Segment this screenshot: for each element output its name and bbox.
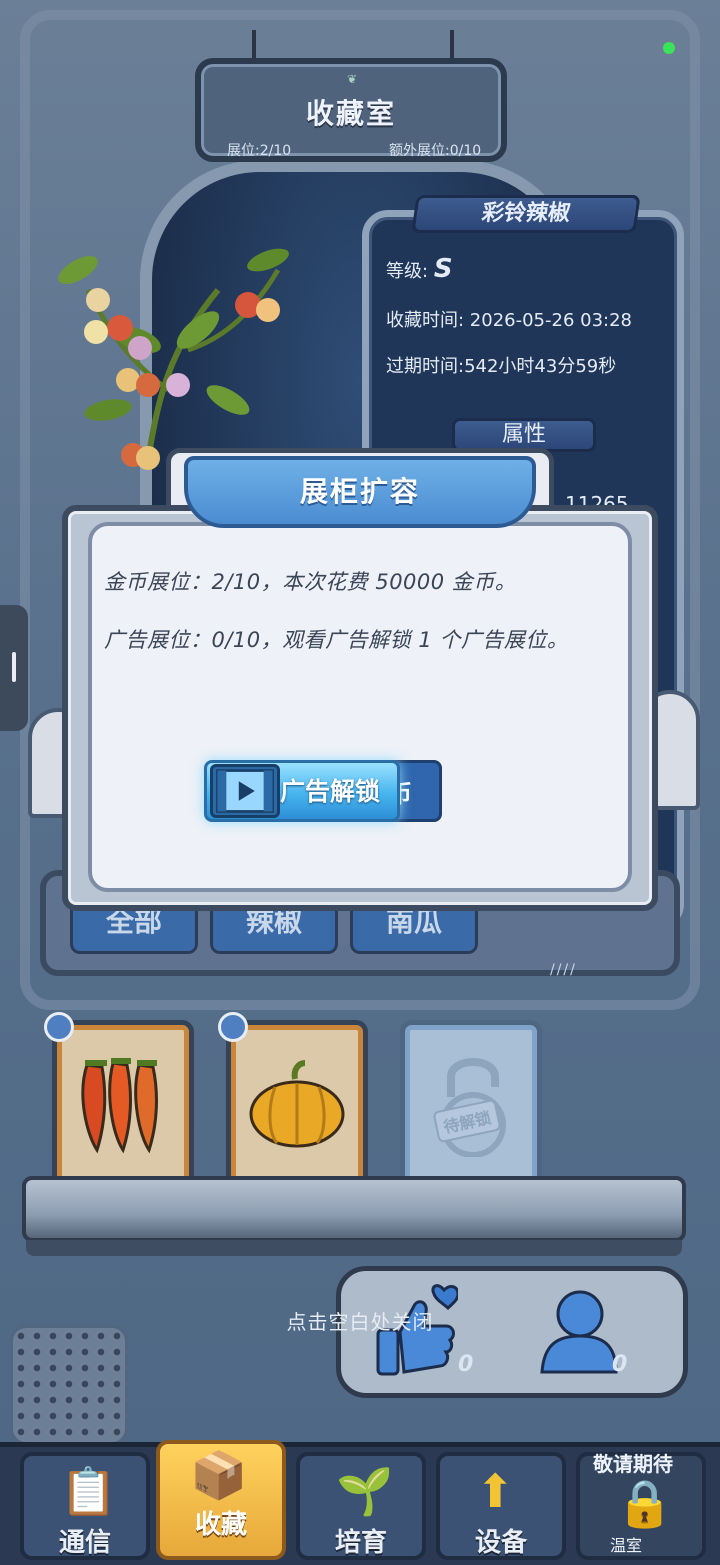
speaker-grille [10,1325,128,1445]
category-pager-dots: //// [550,962,577,978]
nav-item-equipment[interactable]: ⬆ 设备 [436,1452,566,1560]
shelf-base [26,1240,682,1256]
status-dot [663,42,675,54]
item-name: 彩铃辣椒 [411,195,641,233]
box-icon: 📦 [190,1448,248,1502]
coin-slot-info: 金币展位：2/10，本次花费 50000 金币。 [104,570,517,594]
collection-card-pumpkin[interactable] [226,1020,368,1188]
coming-soon-label: 敬请期待 [593,1452,673,1476]
room-sign: ❦ 收藏室 展位:2/10 额外展位:0/10 [195,58,507,162]
grade-value: S [433,254,453,284]
thumbs-count: 0 [458,1352,474,1377]
lock-icon: 🔒 [616,1476,674,1530]
dialog-title: 展柜扩容 [184,456,536,528]
nav-label-greenhouse: 温室 [610,1536,643,1555]
grade-label: 等级: [386,261,429,282]
nav-item-communication[interactable]: 📋 通信 [20,1452,150,1560]
expire-time: 过期时间:542小时43分59秒 [386,356,617,377]
attributes-tab[interactable]: 属性 [452,418,596,452]
ad-unlock-label: 广告解锁 [280,777,381,806]
sprout-jar-icon: 🌱 [336,1464,394,1518]
nav-label-breeding: 培育 [334,1528,387,1558]
pumpkin-icon [249,1060,345,1148]
handle-grip-icon [12,652,16,682]
extra-slot-count: 额外展位:0/10 [389,143,482,159]
nav-item-breeding[interactable]: 🌱 培育 [296,1452,426,1560]
timer-clock-icon [44,1012,74,1042]
pepper-icon [81,1058,158,1154]
video-play-icon [210,764,280,818]
slot-count: 展位:2/10 [227,143,292,159]
collection-card-pepper[interactable] [52,1020,194,1188]
follow-count: 0 [612,1352,628,1377]
display-shelf [22,1176,686,1242]
grade-row: 等级: S [386,254,453,284]
leaf-icon: ❦ [347,72,358,86]
clipboard-icon: 📋 [60,1464,118,1518]
ad-slot-info: 广告展位：0/10，观看广告解锁 1 个广告展位。 [104,628,569,652]
page-title: 收藏室 [305,97,396,130]
nav-label-equipment: 设备 [474,1528,527,1558]
nav-label-communication: 通信 [58,1528,111,1558]
nav-item-collection[interactable]: 📦 收藏 [156,1440,286,1560]
collect-time: 收藏时间: 2026-05-26 03:28 [386,310,632,331]
nav-label-collection: 收藏 [194,1510,247,1540]
collection-card-locked[interactable]: 待解锁 [400,1020,542,1188]
timer-clock-icon [218,1012,248,1042]
upgrade-arrow-icon: ⬆ [476,1464,515,1518]
